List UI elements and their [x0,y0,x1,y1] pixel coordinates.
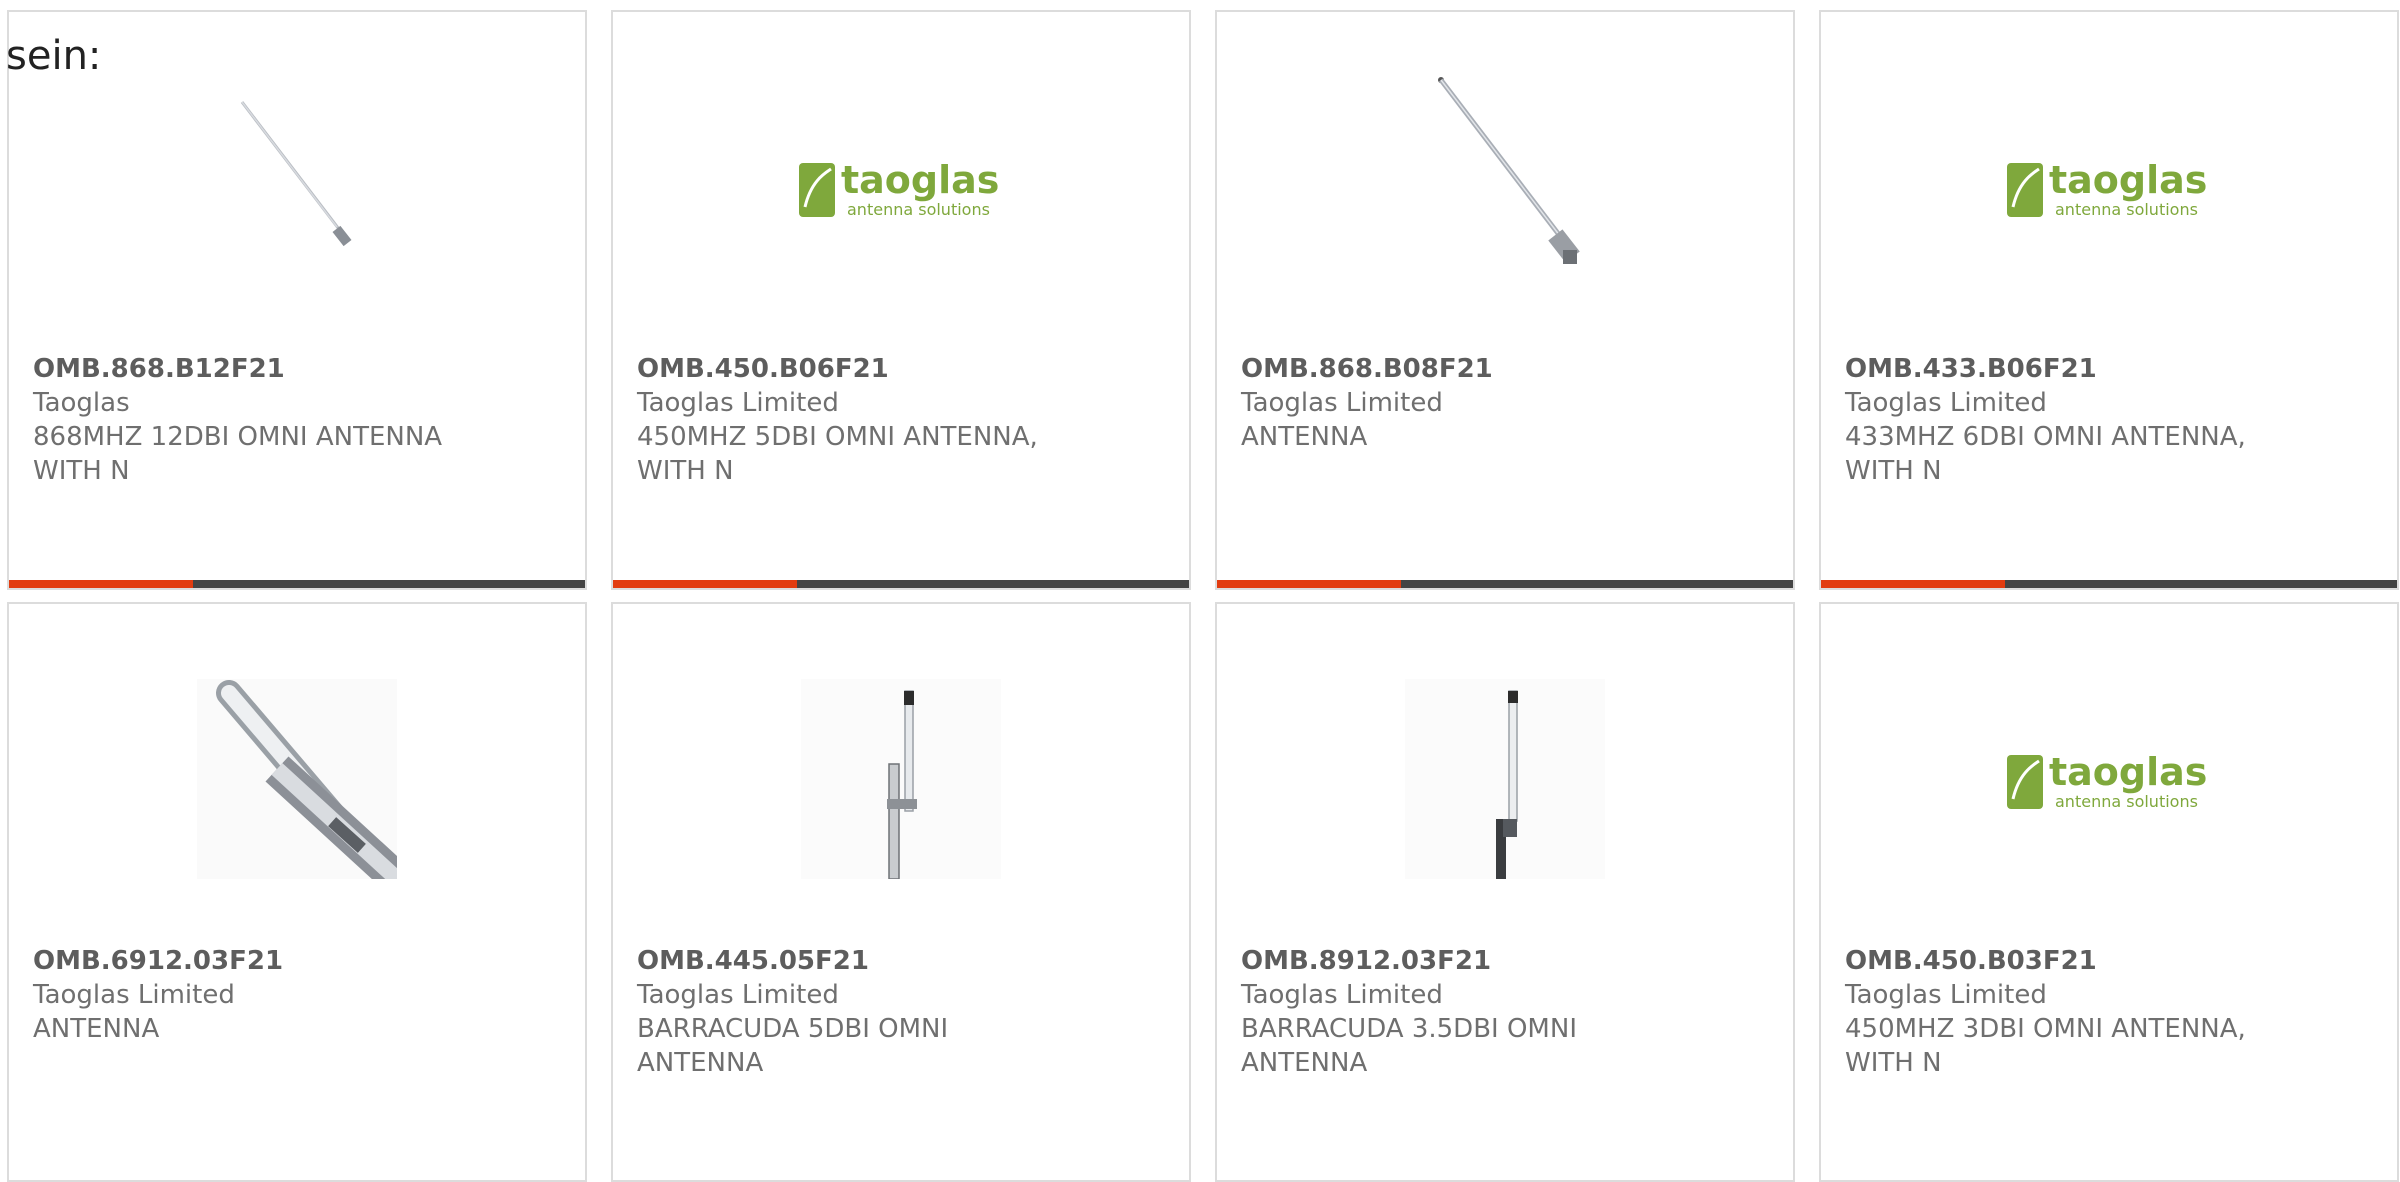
product-card[interactable]: OMB.868.B08F21 Taoglas Limited ANTENNA [1215,10,1795,590]
thin-omni-antenna-icon [240,101,352,247]
product-card[interactable]: taoglas antenna solutions OMB.450.B03F21… [1819,602,2399,1182]
product-card[interactable]: OMB.868.B12F21 Taoglas 868MHZ 12DBI OMNI… [7,10,587,590]
manufacturer: Taoglas Limited [1845,980,2047,1010]
part-number[interactable]: OMB.8912.03F21 [1241,944,1769,978]
logo-wordmark: taoglas [2049,750,2207,794]
part-number[interactable]: OMB.445.05F21 [637,944,1165,978]
accent-segment [613,580,798,588]
card-accent-bar [1217,580,1793,588]
taoglas-logo: taoglas antenna solutions [2007,158,2207,219]
part-number[interactable]: OMB.6912.03F21 [33,944,561,978]
part-number[interactable]: OMB.868.B12F21 [33,352,561,386]
product-image [613,664,1189,894]
product-card[interactable]: OMB.445.05F21 Taoglas Limited BARRACUDA … [611,602,1191,1182]
card-accent-bar [9,580,585,588]
logo-tagline: antenna solutions [847,200,990,219]
part-number[interactable]: OMB.868.B08F21 [1241,352,1769,386]
accent-segment [9,580,194,588]
product-image [9,72,585,302]
logo-wordmark: taoglas [2049,158,2207,202]
product-card[interactable]: taoglas antenna solutions OMB.433.B06F21… [1819,10,2399,590]
logo-tagline: antenna solutions [2055,200,2198,219]
product-grid: OMB.868.B12F21 Taoglas 868MHZ 12DBI OMNI… [7,10,2399,1182]
product-image [1217,72,1793,302]
card-accent-bar [613,580,1189,588]
product-image [1217,664,1793,894]
product-card[interactable]: OMB.8912.03F21 Taoglas Limited BARRACUDA… [1215,602,1795,1182]
taoglas-logo: taoglas antenna solutions [799,158,999,219]
manufacturer: Taoglas Limited [1241,980,1443,1010]
product-image: taoglas antenna solutions [1821,72,2397,302]
long-omni-antenna-icon [1438,77,1580,264]
part-number[interactable]: OMB.433.B06F21 [1845,352,2373,386]
manufacturer: Taoglas Limited [1845,388,2047,418]
manufacturer: Taoglas Limited [637,980,839,1010]
description: 868MHZ 12DBI OMNI ANTENNA WITH N [33,422,443,486]
manufacturer: Taoglas Limited [1241,388,1443,418]
accent-segment [1217,580,1402,588]
product-card[interactable]: OMB.6912.03F21 Taoglas Limited ANTENNA [7,602,587,1182]
accent-segment [1821,580,2006,588]
taoglas-logo: taoglas antenna solutions [2007,750,2207,811]
description: ANTENNA [33,1014,160,1044]
manufacturer: Taoglas Limited [33,980,235,1010]
product-image [9,664,585,894]
part-number[interactable]: OMB.450.B06F21 [637,352,1165,386]
product-image: taoglas antenna solutions [613,72,1189,302]
logo-wordmark: taoglas [841,158,999,202]
description: 433MHZ 6DBI OMNI ANTENNA, WITH N [1845,422,2246,486]
manufacturer: Taoglas [33,388,130,418]
part-number[interactable]: OMB.450.B03F21 [1845,944,2373,978]
description: BARRACUDA 5DBI OMNI ANTENNA [637,1014,949,1078]
card-accent-bar [1821,580,2397,588]
manufacturer: Taoglas Limited [637,388,839,418]
description: ANTENNA [1241,422,1368,452]
vertical-mast-antenna-icon [801,679,1001,879]
logo-tagline: antenna solutions [2055,792,2198,811]
product-image: taoglas antenna solutions [1821,664,2397,894]
description: BARRACUDA 3.5DBI OMNI ANTENNA [1241,1014,1577,1078]
intro-text: sein: [6,33,102,79]
barracuda-closeup-icon [197,679,397,879]
description: 450MHZ 5DBI OMNI ANTENNA, WITH N [637,422,1038,486]
vertical-mast-antenna-icon [1405,679,1605,879]
description: 450MHZ 3DBI OMNI ANTENNA, WITH N [1845,1014,2246,1078]
product-card[interactable]: taoglas antenna solutions OMB.450.B06F21… [611,10,1191,590]
